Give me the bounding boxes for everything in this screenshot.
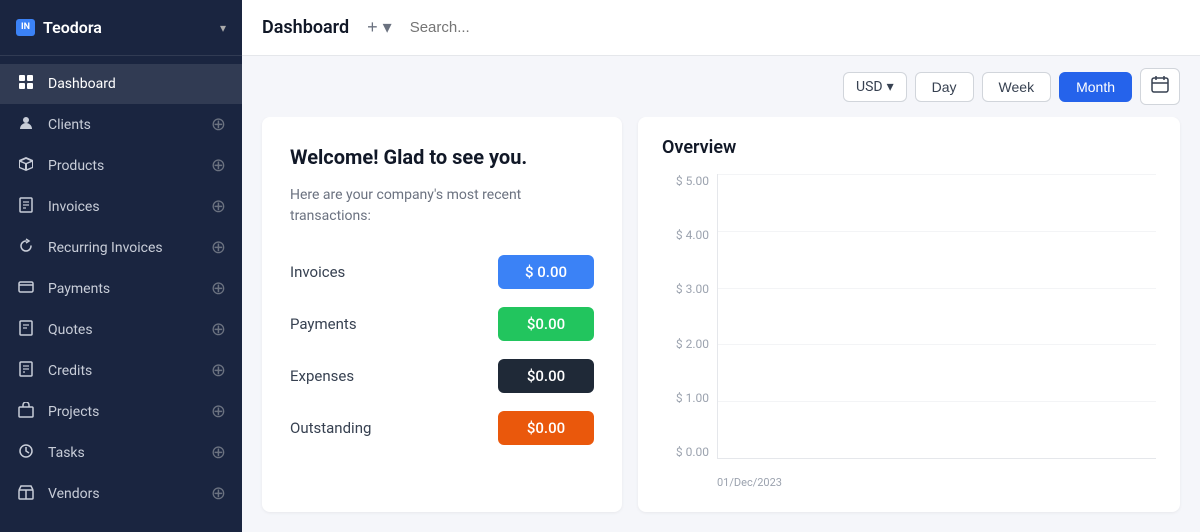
sidebar-item-label: Projects bbox=[48, 404, 99, 420]
sidebar-header: IN Teodora ▾ bbox=[0, 0, 242, 56]
week-period-button[interactable]: Week bbox=[982, 72, 1052, 102]
sidebar-logo: IN Teodora bbox=[16, 18, 102, 37]
projects-icon bbox=[16, 402, 36, 422]
add-client-icon[interactable]: ⊕ bbox=[211, 114, 226, 135]
overview-title: Overview bbox=[662, 137, 1156, 158]
sidebar-item-payments[interactable]: Payments ⊕ bbox=[0, 268, 242, 309]
y-label-400: $ 4.00 bbox=[676, 228, 709, 242]
invoices-label: Invoices bbox=[290, 263, 345, 281]
payments-row: Payments $0.00 bbox=[290, 307, 594, 341]
main-content: Dashboard + ▾ USD ▾ Day Week Month Welco… bbox=[242, 0, 1200, 532]
credits-icon bbox=[16, 361, 36, 381]
add-recurring-icon[interactable]: ⊕ bbox=[211, 237, 226, 258]
grid-line-1 bbox=[718, 231, 1156, 232]
y-label-200: $ 2.00 bbox=[676, 337, 709, 351]
add-invoice-icon[interactable]: ⊕ bbox=[211, 196, 226, 217]
y-label-300: $ 3.00 bbox=[676, 282, 709, 296]
expenses-amount: $0.00 bbox=[498, 359, 594, 393]
sidebar-item-vendors[interactable]: Vendors ⊕ bbox=[0, 473, 242, 514]
expenses-row: Expenses $0.00 bbox=[290, 359, 594, 393]
sidebar-item-label: Products bbox=[48, 158, 104, 174]
welcome-title: Welcome! Glad to see you. bbox=[290, 145, 594, 169]
grid-line-2 bbox=[718, 288, 1156, 289]
payments-label: Payments bbox=[290, 315, 357, 333]
currency-chevron-icon: ▾ bbox=[887, 79, 894, 95]
y-label-000: $ 0.00 bbox=[676, 445, 709, 459]
add-button[interactable]: + ▾ bbox=[361, 15, 398, 40]
add-credit-icon[interactable]: ⊕ bbox=[211, 360, 226, 381]
overview-panel: Overview $ 5.00 $ 4.00 $ 3.00 $ 2.00 $ 1… bbox=[638, 117, 1180, 512]
chart-plot bbox=[717, 174, 1156, 459]
invoices-row: Invoices $ 0.00 bbox=[290, 255, 594, 289]
page-title: Dashboard bbox=[262, 17, 349, 38]
invoices-amount: $ 0.00 bbox=[498, 255, 594, 289]
sidebar-item-products[interactable]: Products ⊕ bbox=[0, 145, 242, 186]
add-vendor-icon[interactable]: ⊕ bbox=[211, 483, 226, 504]
day-period-button[interactable]: Day bbox=[915, 72, 974, 102]
sidebar-item-label: Credits bbox=[48, 363, 92, 379]
add-project-icon[interactable]: ⊕ bbox=[211, 401, 226, 422]
currency-select[interactable]: USD ▾ bbox=[843, 72, 907, 102]
outstanding-row: Outstanding $0.00 bbox=[290, 411, 594, 445]
outstanding-label: Outstanding bbox=[290, 419, 371, 437]
month-period-button[interactable]: Month bbox=[1059, 72, 1132, 102]
sidebar-item-dashboard[interactable]: Dashboard bbox=[0, 64, 242, 104]
sidebar-item-label: Clients bbox=[48, 117, 91, 133]
grid-line-3 bbox=[718, 344, 1156, 345]
toolbar: USD ▾ Day Week Month bbox=[242, 56, 1200, 117]
logo-icon: IN bbox=[16, 19, 35, 36]
tasks-icon bbox=[16, 443, 36, 463]
add-payment-icon[interactable]: ⊕ bbox=[211, 278, 226, 299]
sidebar-username: Teodora bbox=[43, 18, 102, 37]
welcome-subtitle: Here are your company's most recent tran… bbox=[290, 185, 594, 227]
add-quote-icon[interactable]: ⊕ bbox=[211, 319, 226, 340]
clients-icon bbox=[16, 115, 36, 135]
chart-x-label: 01/Dec/2023 bbox=[717, 476, 782, 489]
sidebar-item-invoices[interactable]: Invoices ⊕ bbox=[0, 186, 242, 227]
sidebar-item-label: Vendors bbox=[48, 486, 100, 502]
sidebar-item-quotes[interactable]: Quotes ⊕ bbox=[0, 309, 242, 350]
welcome-panel: Welcome! Glad to see you. Here are your … bbox=[262, 117, 622, 512]
dashboard-icon bbox=[16, 74, 36, 94]
quotes-icon bbox=[16, 320, 36, 340]
sidebar-item-tasks[interactable]: Tasks ⊕ bbox=[0, 432, 242, 473]
chart-y-axis: $ 5.00 $ 4.00 $ 3.00 $ 2.00 $ 1.00 $ 0.0… bbox=[662, 174, 717, 459]
add-task-icon[interactable]: ⊕ bbox=[211, 442, 226, 463]
search-input[interactable] bbox=[410, 19, 1180, 36]
sidebar-item-label: Recurring Invoices bbox=[48, 240, 163, 256]
vendors-icon bbox=[16, 484, 36, 504]
sidebar-item-projects[interactable]: Projects ⊕ bbox=[0, 391, 242, 432]
grid-line-top bbox=[718, 174, 1156, 175]
outstanding-amount: $0.00 bbox=[498, 411, 594, 445]
sidebar-item-label: Dashboard bbox=[48, 76, 116, 92]
chart-container: $ 5.00 $ 4.00 $ 3.00 $ 2.00 $ 1.00 $ 0.0… bbox=[662, 174, 1156, 489]
sidebar-nav: Dashboard Clients ⊕ Products ⊕ bbox=[0, 56, 242, 532]
panels: Welcome! Glad to see you. Here are your … bbox=[242, 117, 1200, 532]
calendar-icon bbox=[1151, 75, 1169, 93]
y-label-100: $ 1.00 bbox=[676, 391, 709, 405]
sidebar: IN Teodora ▾ Dashboard Clients ⊕ bbox=[0, 0, 242, 532]
sidebar-item-label: Invoices bbox=[48, 199, 100, 215]
payments-icon bbox=[16, 279, 36, 299]
currency-label: USD bbox=[856, 79, 883, 95]
calendar-button[interactable] bbox=[1140, 68, 1180, 105]
add-product-icon[interactable]: ⊕ bbox=[211, 155, 226, 176]
sidebar-item-recurring-invoices[interactable]: Recurring Invoices ⊕ bbox=[0, 227, 242, 268]
content-wrapper: USD ▾ Day Week Month Welcome! Glad to se… bbox=[242, 56, 1200, 532]
sidebar-item-clients[interactable]: Clients ⊕ bbox=[0, 104, 242, 145]
topbar: Dashboard + ▾ bbox=[242, 0, 1200, 56]
expenses-label: Expenses bbox=[290, 367, 354, 385]
recurring-icon bbox=[16, 238, 36, 258]
sidebar-item-label: Payments bbox=[48, 281, 110, 297]
sidebar-item-credits[interactable]: Credits ⊕ bbox=[0, 350, 242, 391]
sidebar-item-label: Tasks bbox=[48, 445, 85, 461]
sidebar-item-label: Quotes bbox=[48, 322, 93, 338]
payments-amount: $0.00 bbox=[498, 307, 594, 341]
products-icon bbox=[16, 156, 36, 176]
grid-line-4 bbox=[718, 401, 1156, 402]
chevron-down-icon[interactable]: ▾ bbox=[220, 21, 226, 35]
invoices-icon bbox=[16, 197, 36, 217]
y-label-500: $ 5.00 bbox=[676, 174, 709, 188]
